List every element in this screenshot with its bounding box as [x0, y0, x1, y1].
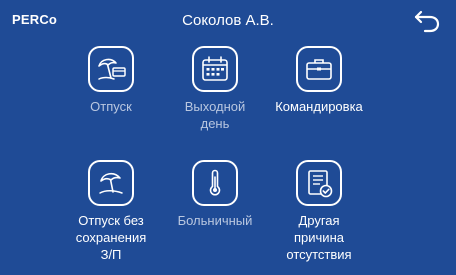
tile-other-reason-label: Другая причина отсутствия — [286, 213, 352, 262]
tile-other-reason[interactable]: Другая причина отсутствия — [264, 160, 374, 263]
tile-vacation[interactable]: Отпуск — [56, 46, 166, 115]
tile-unpaid-leave-label: Отпуск без сохранения З/П — [75, 213, 147, 262]
back-button[interactable] — [413, 8, 443, 34]
beach-umbrella-card-icon — [88, 46, 134, 92]
briefcase-icon — [296, 46, 342, 92]
tile-day-off-label: Выходной день — [184, 99, 246, 131]
calendar-icon — [192, 46, 238, 92]
employee-name-title: Соколов А.В. — [182, 12, 274, 29]
tile-business-trip-label: Командировка — [275, 99, 363, 114]
thermometer-icon — [192, 160, 238, 206]
tile-day-off[interactable]: Выходной день — [160, 46, 270, 132]
tile-business-trip[interactable]: Командировка — [264, 46, 374, 115]
document-check-icon — [296, 160, 342, 206]
back-arrow-icon — [414, 10, 440, 33]
tile-sick-leave-label: Больничный — [177, 213, 253, 228]
beach-umbrella-icon — [88, 160, 134, 206]
tile-sick-leave[interactable]: Больничный — [160, 160, 270, 229]
tile-unpaid-leave[interactable]: Отпуск без сохранения З/П — [56, 160, 166, 263]
tile-vacation-label: Отпуск — [90, 99, 132, 114]
